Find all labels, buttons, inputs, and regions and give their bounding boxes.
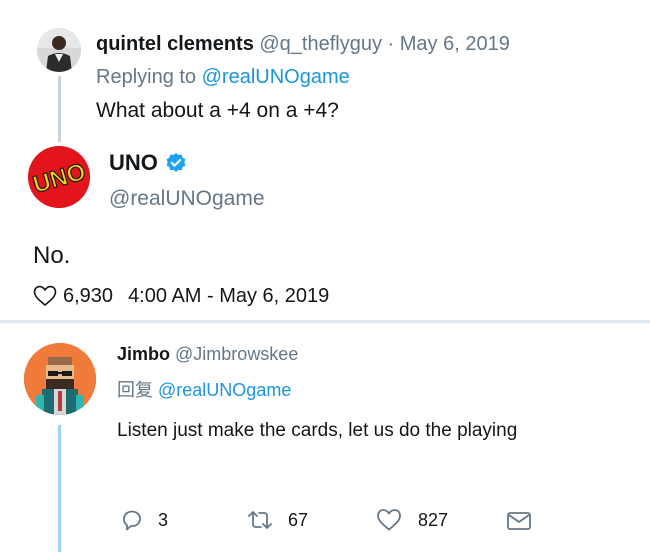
heart-icon[interactable] bbox=[33, 285, 57, 307]
replying-to-handle[interactable]: @realUNOgame bbox=[202, 66, 350, 88]
pixel-art-avatar-icon bbox=[24, 343, 96, 415]
author-name[interactable]: UNO bbox=[109, 149, 158, 177]
uno-logo-icon: UNO bbox=[28, 146, 90, 208]
tweet-divider bbox=[0, 320, 650, 323]
like-button[interactable]: 827 bbox=[376, 508, 448, 532]
replying-prefix: 回复 bbox=[117, 380, 153, 400]
author-name[interactable]: Jimbo bbox=[117, 344, 170, 364]
replying-to-line: 回复 @realUNOgame bbox=[117, 378, 291, 402]
replying-prefix: Replying to bbox=[96, 66, 197, 88]
person-photo-icon bbox=[37, 28, 81, 72]
tweet-timestamp[interactable]: 4:00 AM - May 6, 2019 bbox=[128, 283, 329, 309]
heart-icon bbox=[376, 508, 402, 532]
tweet-date[interactable]: · May 6, 2019 bbox=[388, 33, 510, 55]
author-handle[interactable]: @realUNOgame bbox=[109, 185, 265, 213]
reply-icon bbox=[120, 508, 144, 532]
author-name[interactable]: quintel clements bbox=[96, 33, 254, 55]
reply-button[interactable]: 3 bbox=[120, 508, 168, 532]
direct-message-button[interactable] bbox=[506, 510, 532, 532]
like-count: 827 bbox=[418, 509, 449, 530]
envelope-icon bbox=[506, 510, 532, 532]
thread-connector-line bbox=[58, 76, 61, 142]
tweet2-meta: 6,930 4:00 AM - May 6, 2019 bbox=[33, 283, 329, 309]
tweet1-header: quintel clements @q_theflyguy · May 6, 2… bbox=[96, 31, 510, 57]
tweet1-text: What about a +4 on a +4? bbox=[96, 99, 339, 122]
retweet-icon bbox=[246, 508, 274, 532]
replying-to-handle[interactable]: @realUNOgame bbox=[158, 380, 291, 400]
reply-count: 3 bbox=[158, 509, 169, 530]
tweet3-text: Listen just make the cards, let us do th… bbox=[117, 420, 518, 441]
thread-connector-line-blue bbox=[58, 425, 61, 552]
verified-badge-icon bbox=[165, 152, 187, 174]
tweet3-header: Jimbo @Jimbrowskee bbox=[117, 342, 298, 366]
retweet-count: 67 bbox=[288, 509, 309, 530]
replying-to-line: Replying to @realUNOgame bbox=[96, 64, 350, 90]
author-handle[interactable]: @Jimbrowskee bbox=[175, 344, 298, 364]
jimbo-avatar[interactable] bbox=[24, 343, 96, 415]
uno-avatar[interactable]: UNO bbox=[28, 146, 90, 208]
author-handle[interactable]: @q_theflyguy bbox=[259, 33, 382, 55]
quintel-avatar[interactable] bbox=[37, 28, 81, 72]
like-count[interactable]: 6,930 bbox=[63, 283, 113, 309]
tweet2-text: No. bbox=[33, 242, 71, 269]
retweet-button[interactable]: 67 bbox=[246, 508, 308, 532]
uno-name-row: UNO bbox=[109, 149, 187, 177]
